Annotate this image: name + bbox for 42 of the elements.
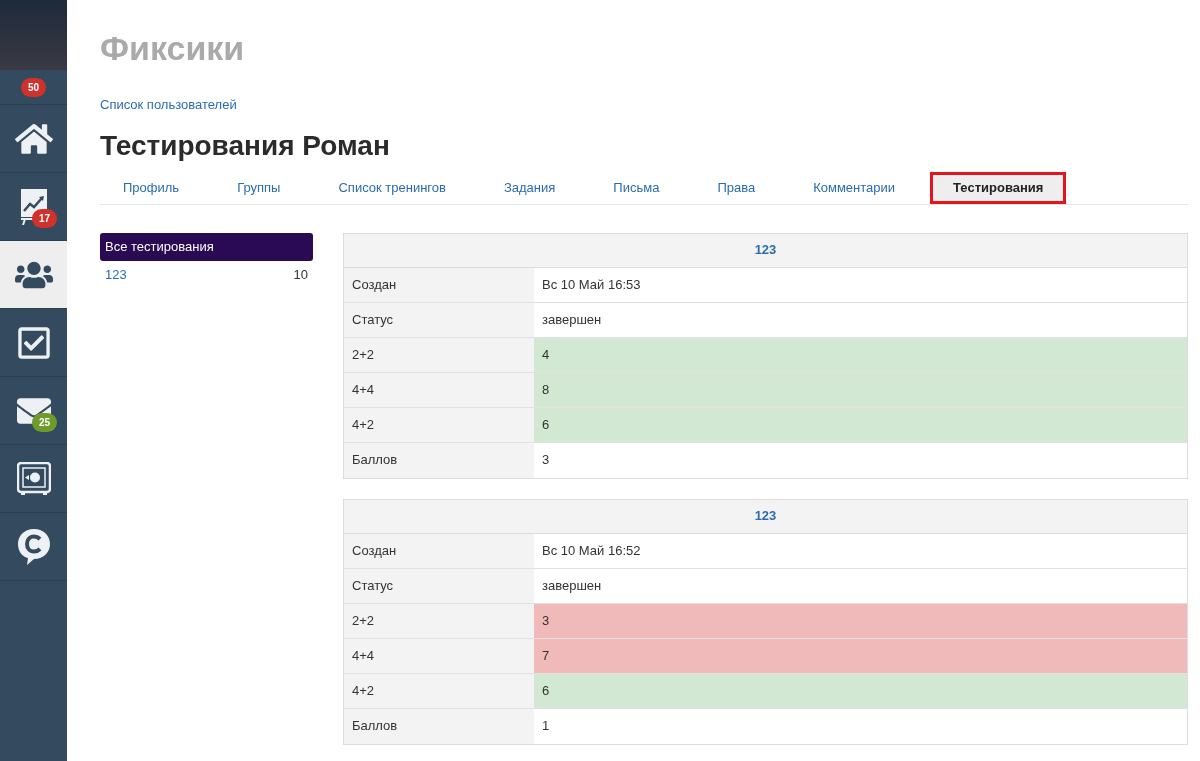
row-label-cell: 4+4 [344,372,534,407]
tab[interactable]: Список тренингов [315,172,469,204]
test-title-link[interactable]: 123 [754,240,777,260]
breadcrumb-link[interactable]: Список пользователей [100,95,1188,115]
row-label-cell: 4+2 [344,673,534,708]
filter-item[interactable]: 123 10 [100,260,313,289]
row-value-cell: 6 [534,673,1187,708]
tab[interactable]: Группы [214,172,304,204]
row-value-cell: 6 [534,407,1187,442]
row-label-cell: 2+2 [344,603,534,638]
notification-badge: 50 [20,77,47,97]
row-label-cell: Статус [344,302,534,337]
page-title: Тестирования Роман [100,128,391,163]
row-label-cell: Баллов [344,708,534,744]
tab[interactable]: Профиль [100,172,203,204]
row-label-cell: 4+4 [344,638,534,673]
test-title-link[interactable]: 123 [754,506,777,526]
row-label-cell: Баллов [344,442,534,478]
site-title: Фиксики [100,28,246,68]
photo-placeholder [0,0,67,70]
tab[interactable]: Права [694,172,779,204]
tab[interactable]: Комментарии [790,172,919,204]
count-badge: 25 [31,413,57,432]
presentation-chart-icon [18,188,49,225]
row-value-cell: 3 [534,603,1187,638]
row-label-cell: 4+2 [344,407,534,442]
row-value-cell: 4 [534,337,1187,372]
row-label-cell: Статус [344,568,534,603]
safe-icon [16,461,51,496]
row-label-cell: Создан [344,533,534,568]
row-value-cell: 7 [534,638,1187,673]
tab[interactable]: Письма [590,172,683,204]
checkbox-icon [15,324,52,361]
filter-item[interactable]: Все тестирования [100,232,313,261]
row-label-cell: 2+2 [344,337,534,372]
sidebar-nav-item[interactable] [0,241,67,309]
row-value-cell: 8 [534,372,1187,407]
tab[interactable]: Тестирования [930,172,1067,204]
tab[interactable]: Задания [480,172,579,204]
count-badge: 17 [31,209,57,228]
chat-bubble-icon [16,527,51,566]
row-label-cell: Создан [344,267,534,302]
